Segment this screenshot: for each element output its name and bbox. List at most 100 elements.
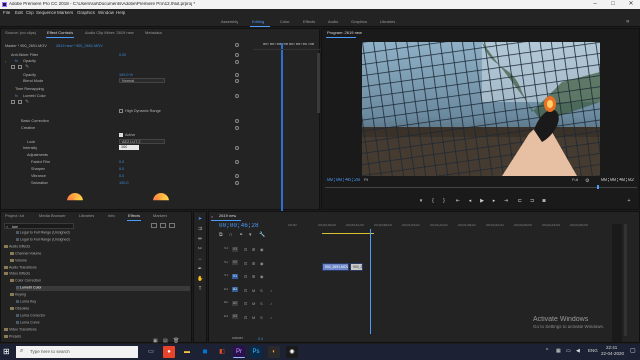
reset-icon[interactable] bbox=[235, 94, 239, 98]
add-marker-icon[interactable]: ▾ bbox=[418, 198, 424, 204]
task-view-icon[interactable]: ▭ bbox=[145, 346, 157, 358]
go-to-out-icon[interactable]: ⇥ bbox=[503, 198, 509, 204]
reset-icon[interactable] bbox=[235, 174, 239, 178]
effects-tree-item[interactable]: Audio Effects bbox=[4, 244, 190, 250]
timeline-clip[interactable]: 900_2691.MOV bbox=[322, 263, 349, 271]
work-area-bar[interactable] bbox=[322, 233, 374, 234]
chrome-icon[interactable]: ● bbox=[163, 346, 175, 358]
ripple-edit-tool-icon[interactable]: ⇹ bbox=[197, 236, 203, 242]
notifications-icon[interactable]: ▢ bbox=[630, 347, 636, 354]
timeline-playhead[interactable] bbox=[370, 229, 371, 334]
tab-markers[interactable]: Markers bbox=[153, 214, 167, 218]
lift-icon[interactable]: ⊏ bbox=[517, 198, 523, 204]
razor-tool-icon[interactable]: ✂ bbox=[197, 246, 203, 252]
reset-icon[interactable] bbox=[235, 53, 239, 57]
workspace-libraries[interactable]: Libraries bbox=[380, 20, 395, 24]
maximize-button[interactable]: □ bbox=[604, 0, 622, 9]
ec-row-basic-correction[interactable]: Basic Correction bbox=[21, 119, 49, 123]
voiceover-record-icon[interactable]: ♪ bbox=[270, 315, 272, 320]
tab-sequence[interactable]: 2619 new bbox=[219, 214, 236, 218]
menu-window[interactable]: Window bbox=[98, 11, 114, 16]
lock-icon[interactable]: ⊡ bbox=[244, 288, 247, 293]
file-explorer-icon[interactable]: ▬ bbox=[181, 346, 193, 358]
eye-icon[interactable]: ◉ bbox=[260, 274, 264, 279]
close-sequence-icon[interactable]: × bbox=[211, 214, 213, 219]
lumetri-rect-mask-icon[interactable] bbox=[18, 100, 22, 104]
effects-tree-item[interactable]: Keying bbox=[10, 293, 190, 298]
ec-scrollbar[interactable] bbox=[317, 53, 320, 113]
premiere-taskbar-icon[interactable]: Pr bbox=[233, 346, 245, 358]
active-checkbox[interactable] bbox=[119, 133, 123, 137]
workspace-assembly[interactable]: Assembly bbox=[221, 20, 238, 24]
effects-tree-item[interactable]: Video Effects bbox=[4, 272, 190, 277]
app-taskbar-icon[interactable]: ◐ bbox=[268, 346, 280, 358]
eye-icon[interactable]: ◉ bbox=[260, 261, 264, 266]
track-label-v2[interactable]: V2 bbox=[224, 261, 228, 265]
solo-icon[interactable]: S bbox=[260, 315, 263, 320]
timeline-clip[interactable]: 900_2691.MOV bbox=[350, 263, 363, 271]
program-timecode[interactable]: 00;00;46;28 bbox=[327, 178, 360, 184]
lumetri-ellipse-mask-icon[interactable] bbox=[11, 100, 15, 104]
nest-icon[interactable]: ⧉ bbox=[219, 232, 223, 238]
track-label-v1[interactable]: V1 bbox=[224, 274, 228, 278]
ellipse-mask-icon[interactable] bbox=[11, 65, 15, 69]
master-track-value[interactable]: 0.0 bbox=[258, 337, 263, 341]
track-target-button[interactable]: A3 bbox=[232, 314, 238, 319]
office-icon[interactable]: ◧ bbox=[216, 346, 228, 358]
effects-tree-item[interactable]: Video Transitions bbox=[4, 327, 190, 333]
photoshop-taskbar-icon[interactable]: Ps bbox=[250, 346, 262, 358]
ec-value-antiflicker[interactable]: 0.00 bbox=[119, 53, 126, 57]
sync-icon[interactable]: ⊞ bbox=[252, 261, 255, 266]
program-playhead[interactable] bbox=[597, 185, 599, 189]
track-label-a1[interactable]: A1 bbox=[224, 288, 228, 292]
track-target-button[interactable]: A1 bbox=[232, 287, 238, 292]
intensity-input[interactable]: 100 bbox=[119, 145, 139, 150]
workspace-effects[interactable]: Effects bbox=[303, 20, 315, 24]
windows-start-icon[interactable]: ⊞ bbox=[3, 347, 10, 356]
track-target-button[interactable]: A2 bbox=[232, 300, 238, 306]
timeline-ruler[interactable]: 00;00 00;00;16;00 00;00;32;00 00;00;48;0… bbox=[288, 224, 598, 232]
extract-icon[interactable]: ⊐ bbox=[529, 198, 535, 204]
look-select[interactable]: AE2 LUT 2 bbox=[119, 139, 165, 144]
lumetri-pen-icon[interactable]: ✎ bbox=[25, 99, 29, 105]
blend-mode-select[interactable]: Normal bbox=[119, 78, 165, 83]
workspace-color[interactable]: Color bbox=[280, 20, 290, 24]
battery-icon[interactable]: ▭ bbox=[566, 348, 571, 354]
reset-icon[interactable] bbox=[235, 43, 239, 47]
wrench-icon[interactable]: 🔧 bbox=[259, 232, 265, 238]
ec-playhead[interactable] bbox=[281, 43, 283, 211]
effects-tree-item[interactable]: Legal to Full Range (Unsigned) bbox=[16, 231, 190, 236]
timeline-scrollbar[interactable] bbox=[624, 224, 627, 336]
sync-icon[interactable]: ⊞ bbox=[252, 274, 255, 279]
menu-sequence[interactable]: Sequence bbox=[36, 11, 56, 16]
highlight-tint-wheel[interactable] bbox=[153, 193, 169, 201]
tab-libraries[interactable]: Libraries bbox=[79, 214, 94, 218]
ec-value-faded-film[interactable]: 0.0 bbox=[119, 160, 124, 164]
lock-icon[interactable]: ⊡ bbox=[244, 315, 247, 320]
reset-icon[interactable] bbox=[235, 79, 239, 83]
reset-icon[interactable] bbox=[235, 160, 239, 164]
shadow-tint-wheel[interactable] bbox=[67, 193, 83, 201]
play-icon[interactable]: ▶ bbox=[479, 198, 485, 204]
selection-tool-icon[interactable]: ➤ bbox=[197, 216, 203, 222]
pen-tool-icon[interactable]: ✒ bbox=[197, 266, 203, 272]
workspace-overflow-icon[interactable]: » bbox=[626, 19, 629, 25]
chevron-opacity-icon[interactable]: › bbox=[5, 59, 6, 64]
step-back-icon[interactable]: ◂ bbox=[467, 198, 473, 204]
ec-value-saturation[interactable]: 100.0 bbox=[119, 181, 129, 185]
slip-tool-icon[interactable]: ↔ bbox=[197, 256, 203, 262]
lock-icon[interactable]: ⊡ bbox=[244, 261, 247, 266]
effects-search-input[interactable]: ⌕ lum bbox=[4, 223, 74, 229]
language-indicator[interactable]: ENG bbox=[588, 349, 598, 354]
track-label-v3[interactable]: V3 bbox=[224, 247, 228, 251]
sequence-clip-label[interactable]: 2619 new * 900_2691.MOV bbox=[56, 44, 103, 48]
sync-icon[interactable]: ⊞ bbox=[252, 247, 255, 252]
taskbar-search-input[interactable]: ⌕ Type here to search bbox=[16, 346, 138, 358]
store-icon[interactable]: ◼ bbox=[199, 346, 211, 358]
tab-project[interactable]: Project: lut bbox=[5, 214, 24, 218]
program-scrub-bar[interactable] bbox=[325, 187, 637, 188]
pen-mask-icon[interactable]: ✎ bbox=[25, 64, 29, 70]
timeline-timecode[interactable]: 00;00;46;28 bbox=[219, 223, 259, 230]
clock-time[interactable]: 22:41 bbox=[606, 346, 617, 351]
network-icon[interactable]: ▦ bbox=[556, 348, 561, 354]
